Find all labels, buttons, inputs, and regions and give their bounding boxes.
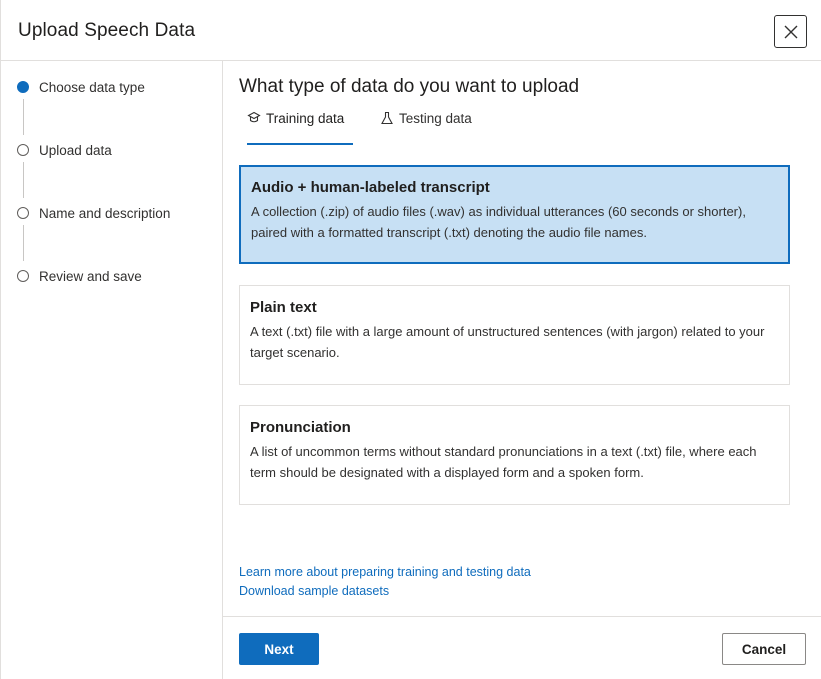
- card-title: Plain text: [250, 299, 317, 316]
- step-indicator: [17, 144, 29, 156]
- card-description: A list of uncommon terms without standar…: [250, 444, 757, 480]
- dialog-header: Upload Speech Data: [1, 0, 821, 61]
- tab-training-data[interactable]: Training data: [247, 111, 353, 145]
- main-panel: What type of data do you want to upload …: [223, 61, 821, 679]
- flask-icon: [380, 111, 394, 125]
- card-title: Audio + human-labeled transcript: [251, 179, 490, 196]
- steps-sidebar: Choose data type Upload data Name and de…: [1, 61, 223, 679]
- step-choose-data-type: Choose data type: [17, 77, 145, 97]
- step-connector: [23, 99, 24, 135]
- cancel-button[interactable]: Cancel: [722, 633, 806, 665]
- close-button[interactable]: [774, 15, 807, 48]
- dialog-title: Upload Speech Data: [18, 20, 196, 41]
- card-plain-text[interactable]: Plain text A text (.txt) file with a lar…: [239, 285, 790, 385]
- training-icon: [247, 111, 261, 125]
- step-label: Upload data: [39, 142, 112, 158]
- step-label: Review and save: [39, 268, 142, 284]
- step-upload-data: Upload data: [17, 140, 112, 160]
- card-description: A collection (.zip) of audio files (.wav…: [251, 204, 746, 240]
- tab-testing-data[interactable]: Testing data: [380, 111, 480, 145]
- card-title: Pronunciation: [250, 419, 351, 436]
- upload-speech-data-dialog: Upload Speech Data Choose data type Uplo…: [0, 0, 821, 679]
- next-button[interactable]: Next: [239, 633, 319, 665]
- step-indicator: [17, 207, 29, 219]
- card-description: A text (.txt) file with a large amount o…: [250, 324, 765, 360]
- tab-label: Testing data: [399, 111, 472, 126]
- step-label: Choose data type: [39, 79, 145, 95]
- step-indicator-active: [17, 81, 29, 93]
- step-review-and-save: Review and save: [17, 266, 142, 286]
- step-name-and-description: Name and description: [17, 203, 170, 223]
- page-title: What type of data do you want to upload: [239, 76, 580, 97]
- dialog-footer: Next Cancel: [223, 616, 821, 679]
- card-pronunciation[interactable]: Pronunciation A list of uncommon terms w…: [239, 405, 790, 505]
- step-connector: [23, 162, 24, 198]
- download-samples-link[interactable]: Download sample datasets: [239, 584, 389, 598]
- step-connector: [23, 225, 24, 261]
- learn-more-link[interactable]: Learn more about preparing training and …: [239, 565, 531, 579]
- step-label: Name and description: [39, 205, 171, 221]
- close-icon: [784, 25, 797, 38]
- tab-label: Training data: [266, 111, 345, 126]
- step-indicator: [17, 270, 29, 282]
- card-audio-transcript[interactable]: Audio + human-labeled transcript A colle…: [239, 165, 790, 264]
